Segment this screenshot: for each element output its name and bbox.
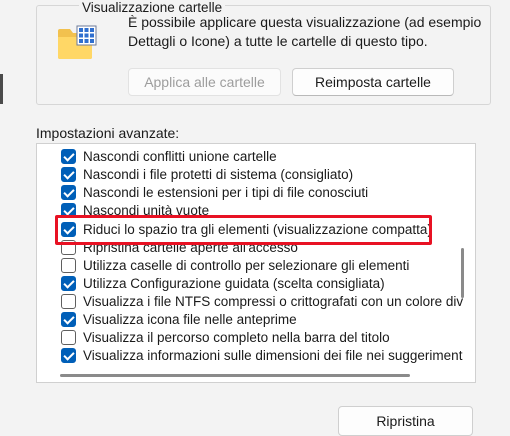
list-item-label: Nascondi i file protetti di sistema (con… bbox=[83, 167, 354, 182]
window-edge bbox=[0, 74, 3, 104]
advanced-settings-label: Impostazioni avanzate: bbox=[36, 125, 180, 141]
list-item-label: Nascondi conflitti unione cartelle bbox=[83, 149, 277, 164]
checkbox[interactable] bbox=[61, 149, 76, 164]
checkbox[interactable] bbox=[61, 185, 76, 200]
restore-defaults-button[interactable]: Ripristina bbox=[338, 406, 473, 436]
checkbox[interactable] bbox=[61, 312, 76, 327]
checkbox[interactable] bbox=[61, 258, 76, 273]
list-item-label: Utilizza caselle di controllo per selezi… bbox=[83, 258, 410, 273]
highlight-annotation bbox=[55, 215, 432, 245]
checkbox[interactable] bbox=[61, 276, 76, 291]
advanced-settings-list[interactable]: Nascondi conflitti unione cartelle Nasco… bbox=[36, 143, 476, 383]
reset-folders-button[interactable]: Reimposta cartelle bbox=[292, 68, 454, 96]
list-item-label: Visualizza informazioni sulle dimensioni… bbox=[83, 348, 463, 363]
list-item-label: Nascondi le estensioni per i tipi di fil… bbox=[83, 185, 369, 200]
checkbox[interactable] bbox=[61, 330, 76, 345]
vertical-scrollbar-thumb[interactable] bbox=[461, 248, 464, 298]
horizontal-scrollbar-thumb[interactable] bbox=[60, 374, 410, 377]
list-item-label: Visualizza icona file nelle anteprime bbox=[83, 312, 297, 327]
list-item-label: Visualizza i file NTFS compressi o critt… bbox=[83, 294, 464, 309]
checkbox[interactable] bbox=[61, 348, 76, 363]
checkbox[interactable] bbox=[61, 167, 76, 182]
checkbox[interactable] bbox=[61, 294, 76, 309]
list-item-label: Visualizza il percorso completo nella ba… bbox=[83, 330, 390, 345]
apply-to-folders-button[interactable]: Applica alle cartelle bbox=[128, 68, 281, 96]
folder-view-description: È possibile applicare questa visualizzaz… bbox=[128, 14, 482, 49]
list-item-label: Utilizza Configurazione guidata (scelta … bbox=[83, 276, 385, 291]
folder-view-icon bbox=[58, 25, 97, 59]
